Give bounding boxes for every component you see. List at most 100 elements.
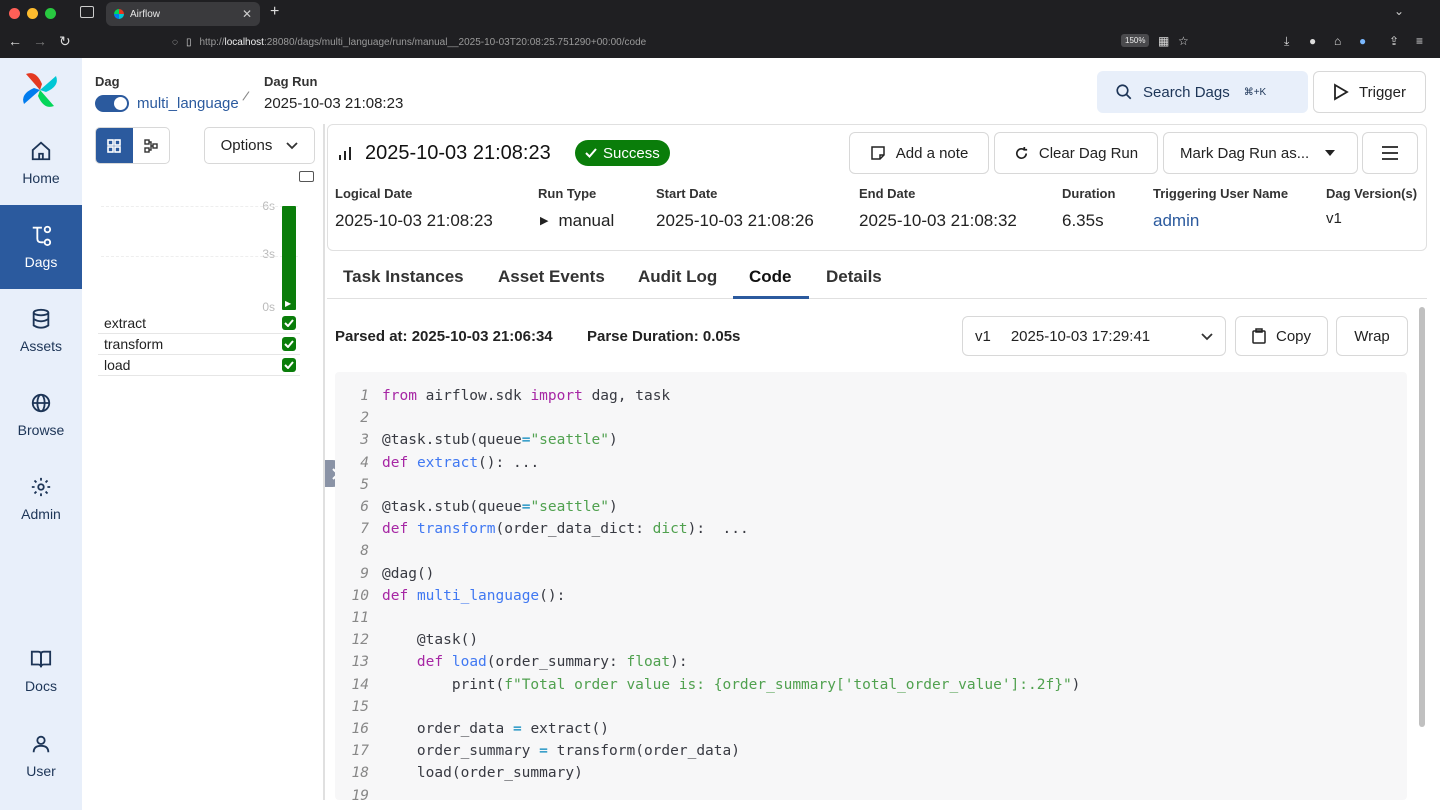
run-breadcrumb-value: 2025-10-03 21:08:23 xyxy=(264,95,404,112)
more-menu-button[interactable] xyxy=(1362,132,1418,174)
nav-home-label: Home xyxy=(22,170,60,186)
browser-tab-title: Airflow xyxy=(130,8,161,20)
line-number: 8 xyxy=(360,543,369,560)
address-bar[interactable]: ◌ ▯ http://localhost:28080/dags/multi_la… xyxy=(162,30,1198,54)
run-type-text: manual xyxy=(558,211,615,230)
close-window-button[interactable] xyxy=(9,8,20,19)
copy-label: Copy xyxy=(1275,327,1312,345)
download-icon[interactable]: ⤓ xyxy=(1284,34,1289,49)
mark-dag-run-dropdown[interactable]: Mark Dag Run as... xyxy=(1163,132,1358,174)
minimize-window-button[interactable] xyxy=(27,8,38,19)
meta-value-duration: 6.35s xyxy=(1062,211,1104,230)
grid-view-button[interactable] xyxy=(96,128,133,163)
gridline xyxy=(101,256,298,257)
code-line: 9 @dag() xyxy=(335,563,434,585)
note-icon xyxy=(870,146,885,160)
add-note-button[interactable]: Add a note xyxy=(849,132,989,174)
extensions-grid-icon[interactable]: ▦ xyxy=(1158,34,1169,48)
task-status-success[interactable] xyxy=(282,358,296,372)
duration-axis-label: 3s xyxy=(262,247,275,261)
trigger-button[interactable]: Trigger xyxy=(1313,71,1426,113)
extension-icon[interactable]: ⌂ xyxy=(1334,34,1341,48)
dag-name-link[interactable]: multi_language xyxy=(137,95,239,112)
search-dags-button[interactable]: Search Dags ⌘+K xyxy=(1097,71,1308,113)
nav-docs[interactable]: Docs xyxy=(0,629,82,713)
new-tab-icon[interactable]: + xyxy=(270,3,279,21)
graph-view-button[interactable] xyxy=(133,128,170,163)
home-icon xyxy=(31,141,51,161)
browser-tabbar: Airflow ✕ + ⌄ xyxy=(0,0,1440,27)
tab-overview-icon[interactable] xyxy=(80,6,94,18)
code-line: 14 print(f"Total order value is: {order_… xyxy=(335,674,1081,696)
tab-audit-log[interactable]: Audit Log xyxy=(638,267,717,287)
browser-tab-airflow[interactable]: Airflow ✕ xyxy=(106,2,260,26)
forward-icon[interactable]: → xyxy=(33,33,47,49)
reload-icon[interactable]: ↻ xyxy=(59,33,71,50)
code-scrollbar[interactable] xyxy=(1419,307,1425,727)
nav-home[interactable]: Home xyxy=(0,121,82,205)
task-status-success[interactable] xyxy=(282,337,296,351)
dag-pause-toggle[interactable] xyxy=(95,95,129,112)
airflow-logo-icon[interactable] xyxy=(20,70,60,110)
copy-button[interactable]: Copy xyxy=(1235,316,1328,356)
chevron-down-icon[interactable]: ⌄ xyxy=(1394,4,1404,18)
account-icon[interactable]: ● xyxy=(1309,34,1316,48)
code-viewer[interactable]: 1 from airflow.sdk import dag, task 2 3 @tas… xyxy=(335,372,1407,800)
tab-asset-events[interactable]: Asset Events xyxy=(498,267,605,287)
meta-label-duration: Duration xyxy=(1062,186,1116,201)
clear-dag-run-button[interactable]: Clear Dag Run xyxy=(994,132,1158,174)
gridline xyxy=(101,206,298,207)
tab-code[interactable]: Code xyxy=(749,267,792,287)
check-icon xyxy=(284,340,294,348)
zoom-level[interactable]: 150% xyxy=(1121,34,1150,47)
code-line: 2 xyxy=(335,407,382,429)
back-icon[interactable]: ← xyxy=(8,33,22,49)
duration-axis-label: 0s xyxy=(262,300,275,314)
task-row-transform[interactable]: transform xyxy=(98,334,300,355)
version-select[interactable]: v1 2025-10-03 17:29:41 xyxy=(962,316,1226,356)
meta-value-dag-version: v1 xyxy=(1326,210,1342,227)
maximize-window-button[interactable] xyxy=(45,8,56,19)
nav-user[interactable]: User xyxy=(0,714,82,798)
run-duration-bar[interactable]: ▶ xyxy=(282,206,296,310)
meta-value-triggering-user[interactable]: admin xyxy=(1153,211,1199,231)
share-icon[interactable]: ⇪ xyxy=(1389,34,1399,48)
profile-icon[interactable]: ● xyxy=(1359,34,1366,48)
line-number: 12 xyxy=(351,632,369,649)
status-badge: Success xyxy=(575,140,670,166)
nav-admin[interactable]: Admin xyxy=(0,457,82,541)
options-dropdown[interactable]: Options xyxy=(204,127,315,164)
code-line: 13 def load(order_summary: float): xyxy=(335,651,688,673)
keyboard-icon[interactable] xyxy=(299,171,314,182)
code-text: def multi_language(): xyxy=(382,587,566,604)
code-line: 4 def extract(): ... xyxy=(335,452,539,474)
bookmark-star-icon[interactable]: ☆ xyxy=(1178,34,1189,48)
close-tab-icon[interactable]: ✕ xyxy=(242,7,252,21)
code-line: 17 order_summary = transform(order_data) xyxy=(335,740,740,762)
task-status-success[interactable] xyxy=(282,316,296,330)
line-number: 1 xyxy=(360,388,369,404)
wrap-button[interactable]: Wrap xyxy=(1336,316,1408,356)
code-text: @task.stub(queue="seattle") xyxy=(382,432,618,449)
status-label: Success xyxy=(603,144,660,162)
tab-details[interactable]: Details xyxy=(826,267,882,287)
search-shortcut: ⌘+K xyxy=(1243,86,1267,98)
tab-task-instances[interactable]: Task Instances xyxy=(343,267,464,287)
menu-icon[interactable]: ≡ xyxy=(1416,34,1423,48)
code-line: 10 def multi_language(): xyxy=(335,585,566,607)
nav-dags[interactable]: Dags xyxy=(0,205,82,289)
airflow-favicon-icon xyxy=(114,9,124,19)
window-controls xyxy=(9,8,56,19)
bar-chart-icon xyxy=(339,147,351,160)
code-line: 19 xyxy=(335,785,382,800)
view-toggle xyxy=(95,127,170,164)
nav-assets[interactable]: Assets xyxy=(0,289,82,373)
task-row-load[interactable]: load xyxy=(98,355,300,376)
nav-browse[interactable]: Browse xyxy=(0,373,82,457)
code-text: @dag() xyxy=(382,565,435,582)
parse-duration: Parse Duration: 0.05s xyxy=(587,328,741,345)
task-row-extract[interactable]: extract xyxy=(98,313,300,334)
line-number: 13 xyxy=(351,654,369,671)
dags-icon xyxy=(32,225,52,246)
nav-browse-label: Browse xyxy=(17,422,65,438)
